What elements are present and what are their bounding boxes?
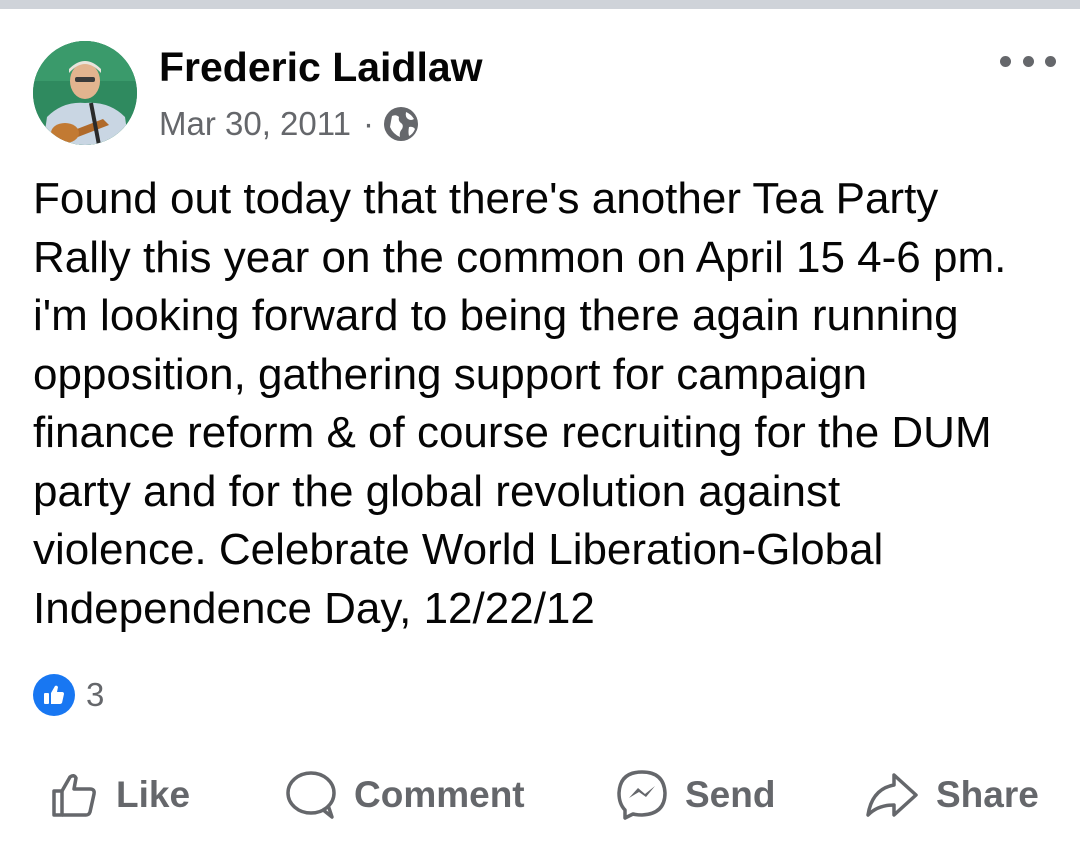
- more-dot: [1022, 55, 1034, 67]
- post-text-line: violence. Celebrate World Liberation-Glo…: [33, 525, 884, 574]
- post-text-line: Independence Day, 12/22/12: [33, 583, 595, 633]
- post-date[interactable]: Mar 30, 2011: [159, 105, 351, 143]
- post-text-line: opposition, gathering support for campai…: [33, 349, 868, 399]
- send-label: Send: [685, 774, 776, 815]
- post-meta: Mar 30, 2011 ·: [159, 103, 420, 145]
- more-dot: [1045, 55, 1056, 67]
- post-text: Found out today that there's another Tea…: [33, 170, 1053, 638]
- action-bar: Like Comment Send Share: [0, 765, 1080, 825]
- share-arrow-icon: [866, 773, 918, 817]
- comment-button[interactable]: Comment: [284, 765, 525, 825]
- like-reaction-icon: [33, 674, 75, 716]
- post-text-line: party and for the global revolution agai…: [33, 466, 841, 516]
- globe-icon[interactable]: [382, 105, 420, 143]
- like-label: Like: [116, 774, 191, 815]
- messenger-icon: [617, 770, 667, 820]
- more-dot: [1000, 55, 1011, 67]
- thumbs-up-icon: [52, 773, 96, 817]
- post-text-line: Rally this year on the common on April 1…: [33, 232, 1007, 282]
- post-text-line: i'm looking forward to being there again…: [33, 291, 959, 340]
- more-options-icon[interactable]: [1000, 44, 1056, 78]
- author-name[interactable]: Frederic Laidlaw: [159, 42, 483, 92]
- comment-label: Comment: [354, 774, 525, 815]
- meta-separator: ·: [363, 105, 375, 142]
- share-button[interactable]: Share: [864, 765, 1039, 825]
- share-label: Share: [936, 774, 1039, 815]
- post-text-line: Found out today that there's another Tea…: [33, 174, 939, 223]
- avatar[interactable]: [33, 41, 137, 145]
- post-text-line: finance reform & of course recruiting fo…: [33, 408, 992, 457]
- comment-icon: [286, 771, 336, 819]
- reaction-summary[interactable]: 3: [33, 673, 104, 717]
- reaction-count: 3: [86, 676, 105, 713]
- like-button[interactable]: Like: [48, 765, 190, 825]
- send-button[interactable]: Send: [615, 765, 775, 825]
- top-divider: [0, 0, 1080, 9]
